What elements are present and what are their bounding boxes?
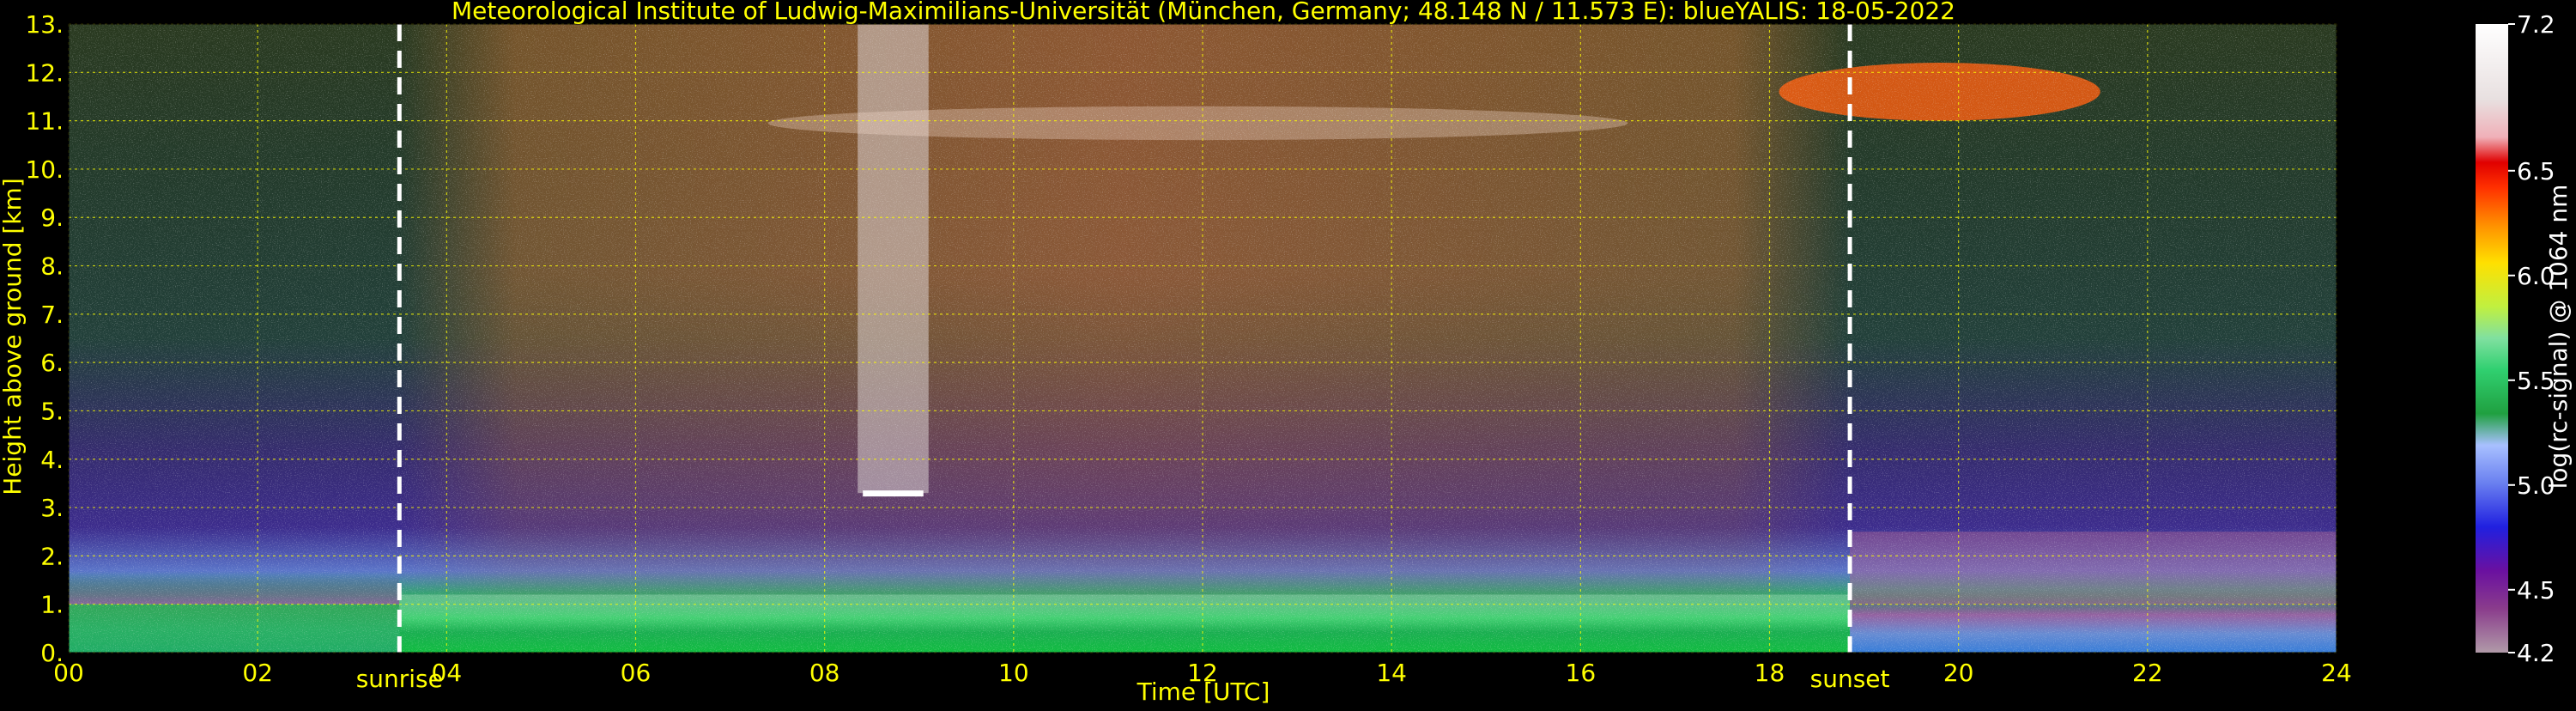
colorbar-tick-label: 4.2	[2517, 639, 2555, 667]
x-tick-label: 14	[1376, 659, 1407, 687]
y-tick-label: 1.	[40, 591, 64, 619]
sunset-label: sunset	[1810, 665, 1890, 693]
lidar-figure: Meteorological Institute of Ludwig-Maxim…	[0, 0, 2576, 708]
y-tick-label: 7.	[40, 301, 64, 329]
sun-annotations: sunrise sunset	[356, 665, 1890, 693]
y-tick-label: 8.	[40, 252, 64, 281]
x-tick-label: 22	[2132, 659, 2163, 687]
y-tick-labels: 0. 1. 2. 3. 4. 5. 6. 7. 8. 9. 10. 11. 12. 13.	[25, 10, 64, 667]
x-tick-label: 12	[1187, 659, 1218, 687]
colorbar-label: log(rc-signal) @ 1064 nm	[2544, 185, 2573, 489]
colorbar-tick-label: 4.5	[2517, 576, 2555, 605]
y-tick-label: 2.	[40, 542, 64, 570]
x-tick-label: 08	[809, 659, 840, 687]
y-tick-label: 5.	[40, 397, 64, 425]
x-tick-label: 24	[2321, 659, 2352, 687]
chart-title: Meteorological Institute of Ludwig-Maxim…	[452, 0, 1955, 25]
x-tick-label: 06	[621, 659, 652, 687]
y-tick-label: 10.	[25, 155, 64, 184]
y-tick-label: 4.	[40, 446, 64, 474]
lidar-chart-svg: Meteorological Institute of Ludwig-Maxim…	[0, 0, 2573, 706]
y-axis-label: Height above ground [km]	[0, 178, 27, 495]
y-tick-label: 13.	[25, 10, 64, 39]
colorbar-tick-label: 7.2	[2517, 10, 2555, 39]
x-tick-label: 10	[998, 659, 1029, 687]
colorbar-scale	[2476, 24, 2508, 653]
y-tick-label: 12.	[25, 58, 64, 87]
y-tick-label: 6.	[40, 349, 64, 377]
x-tick-label: 20	[1943, 659, 1974, 687]
y-tick-label: 0.	[40, 639, 64, 667]
x-tick-label: 02	[242, 659, 273, 687]
colorbar-tick-label: 6.5	[2517, 157, 2555, 185]
y-tick-label: 9.	[40, 204, 64, 232]
x-tick-label: 18	[1755, 659, 1785, 687]
y-tick-label: 3.	[40, 494, 64, 522]
x-tick-label: 16	[1566, 659, 1597, 687]
colorbar: 4.24.55.05.56.06.57.2 log(rc-signal) @ 1…	[2476, 10, 2573, 667]
sunrise-label: sunrise	[356, 665, 443, 693]
plot-area	[68, 23, 2337, 653]
y-tick-label: 11.	[25, 107, 64, 136]
